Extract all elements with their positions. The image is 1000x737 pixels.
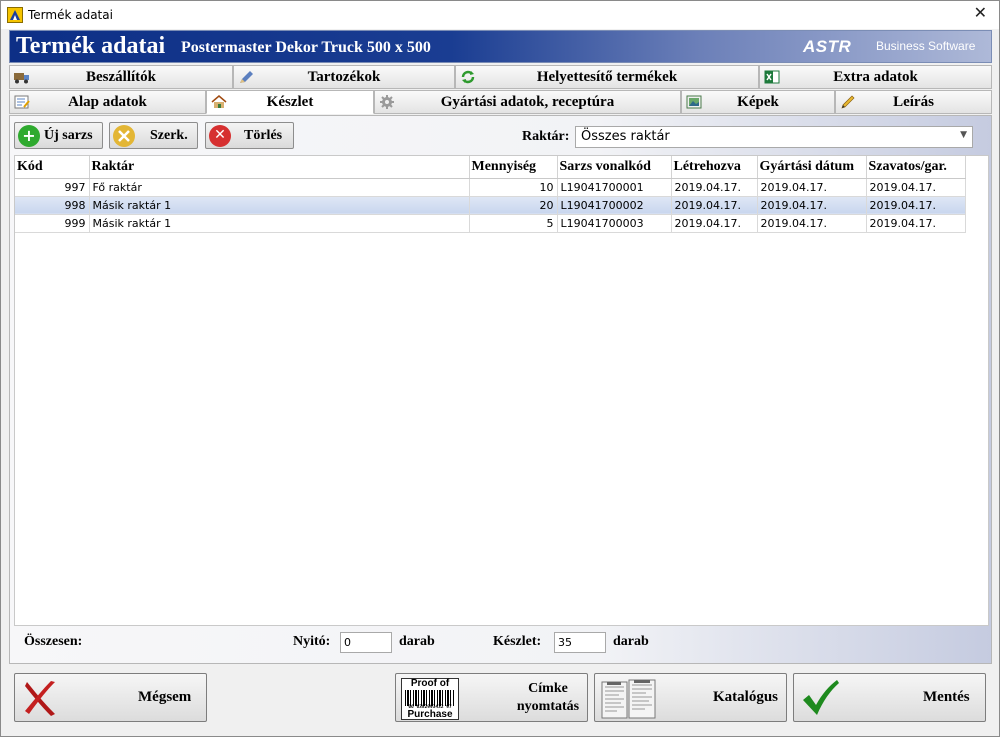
cell-letrehozva: 2019.04.17.	[671, 178, 758, 197]
cancel-button[interactable]: Mégsem	[14, 673, 207, 722]
tools-icon	[113, 125, 135, 147]
stock-unit: darab	[613, 634, 649, 649]
banner-heading: Termék adatai	[16, 33, 166, 59]
label-print-line1: Címke	[528, 681, 568, 696]
tab-strip: Beszállítók Tartozékok Helyettesítő term…	[9, 65, 992, 115]
table-row[interactable]: 998 Másik raktár 1 20 L19041700002 2019.…	[15, 196, 966, 215]
edit-button[interactable]: Szerk.	[109, 122, 198, 149]
check-icon	[803, 680, 839, 715]
catalog-button[interactable]: Katalógus	[594, 673, 787, 722]
barcode-icon: Proof of 06 6382993432 97 Purchase	[401, 678, 459, 720]
tab-tartozekok[interactable]: Tartozékok	[233, 65, 455, 89]
cell-szavatos: 2019.04.17.	[866, 214, 966, 233]
tab-helyettesito[interactable]: Helyettesítő termékek	[455, 65, 759, 89]
window: Termék adatai ✕ Termék adatai Postermast…	[0, 0, 1000, 737]
delete-button[interactable]: ✕ Törlés	[205, 122, 294, 149]
cell-sarzs: L19041700001	[557, 178, 672, 197]
new-batch-button[interactable]: + Új sarzs	[14, 122, 103, 149]
col-letrehozva[interactable]: Létrehozva	[671, 156, 758, 179]
col-kod[interactable]: Kód	[15, 156, 90, 179]
cell-kod: 997	[15, 178, 90, 197]
cell-letrehozva: 2019.04.17.	[671, 196, 758, 215]
title-bar: Termék adatai ✕	[1, 1, 999, 29]
batch-grid: Kód Raktár Mennyiség Sarzs vonalkód Létr…	[14, 155, 989, 626]
col-szavatos[interactable]: Szavatos/gar.	[866, 156, 966, 179]
delete-x-icon: ✕	[209, 125, 231, 147]
plus-icon: +	[18, 125, 40, 147]
batch-table: Kód Raktár Mennyiség Sarzs vonalkód Létr…	[15, 156, 966, 233]
excel-icon	[764, 70, 780, 84]
label-print-line2: nyomtatás	[516, 699, 580, 714]
cell-sarzs: L19041700002	[557, 196, 672, 215]
save-button[interactable]: Mentés	[793, 673, 986, 722]
tab-leiras[interactable]: Leírás	[835, 90, 992, 114]
truck-icon	[14, 73, 29, 84]
totals-label: Összesen:	[24, 634, 83, 649]
cell-raktar: Fő raktár	[89, 178, 470, 197]
col-mennyiseg[interactable]: Mennyiség	[469, 156, 558, 179]
form-icon	[14, 95, 30, 109]
image-icon	[686, 95, 702, 109]
totals-row: Összesen: Nyitó: 0 darab Készlet: 35 dar…	[14, 628, 989, 660]
tab-alap-adatok[interactable]: Alap adatok	[9, 90, 206, 114]
cell-sarzs: L19041700003	[557, 214, 672, 233]
cell-raktar: Másik raktár 1	[89, 214, 470, 233]
refresh-icon	[461, 70, 475, 84]
catalog-icon	[601, 679, 656, 719]
gear-icon	[380, 95, 394, 109]
cancel-x-icon	[25, 681, 55, 716]
bottom-bar: Mégsem Proof of 06 6382993432 97 Purchas…	[1, 665, 999, 737]
cell-gyartasi: 2019.04.17.	[757, 196, 867, 215]
warehouse-select[interactable]: Összes raktár ▼	[575, 126, 973, 148]
cell-szavatos: 2019.04.17.	[866, 178, 966, 197]
cell-gyartasi: 2019.04.17.	[757, 178, 867, 197]
chevron-down-icon: ▼	[960, 130, 967, 140]
home-icon	[211, 95, 227, 108]
pen-icon	[240, 71, 253, 83]
product-name: Postermaster Dekor Truck 500 x 500	[181, 39, 431, 56]
stock-field[interactable]: 35	[554, 632, 606, 653]
cell-letrehozva: 2019.04.17.	[671, 214, 758, 233]
label-print-button[interactable]: Proof of 06 6382993432 97 Purchase Címke…	[395, 673, 588, 722]
cell-kod: 998	[15, 196, 90, 215]
cell-raktar: Másik raktár 1	[89, 196, 470, 215]
tab-keszlet[interactable]: Készlet	[206, 90, 374, 114]
tab-gyartasi-adatok[interactable]: Gyártási adatok, receptúra	[374, 90, 681, 114]
col-gyartasi-datum[interactable]: Gyártási dátum	[757, 156, 867, 179]
tab-extra-adatok[interactable]: Extra adatok	[759, 65, 992, 89]
table-row[interactable]: 999 Másik raktár 1 5 L19041700003 2019.0…	[15, 214, 966, 233]
brand-logo: ASTR	[803, 37, 852, 56]
brand-subtitle: Business Software	[876, 39, 976, 53]
stock-label: Készlet:	[493, 634, 542, 649]
cell-gyartasi: 2019.04.17.	[757, 214, 867, 233]
opening-label: Nyitó:	[293, 634, 331, 649]
opening-unit: darab	[399, 634, 435, 649]
cell-mennyiseg: 5	[469, 214, 558, 233]
col-sarzs-vonalkod[interactable]: Sarzs vonalkód	[557, 156, 672, 179]
cell-szavatos: 2019.04.17.	[866, 196, 966, 215]
warehouse-label: Raktár:	[522, 129, 570, 144]
tab-beszallitok[interactable]: Beszállítók	[9, 65, 233, 89]
close-icon[interactable]: ✕	[974, 5, 987, 23]
pencil-icon	[841, 95, 855, 109]
cell-mennyiseg: 20	[469, 196, 558, 215]
stock-panel: + Új sarzs Szerk. ✕ Törlés Raktár: Össze…	[9, 115, 992, 664]
warehouse-select-value: Összes raktár	[581, 129, 670, 144]
app-icon	[7, 7, 23, 23]
window-title: Termék adatai	[28, 8, 113, 22]
header-banner: Termék adatai Postermaster Dekor Truck 5…	[9, 30, 992, 63]
cell-kod: 999	[15, 214, 90, 233]
opening-field[interactable]: 0	[340, 632, 392, 653]
cell-mennyiseg: 10	[469, 178, 558, 197]
table-row[interactable]: 997 Fő raktár 10 L19041700001 2019.04.17…	[15, 178, 966, 197]
col-raktar[interactable]: Raktár	[89, 156, 470, 179]
table-header: Kód Raktár Mennyiség Sarzs vonalkód Létr…	[15, 156, 966, 179]
tab-kepek[interactable]: Képek	[681, 90, 835, 114]
